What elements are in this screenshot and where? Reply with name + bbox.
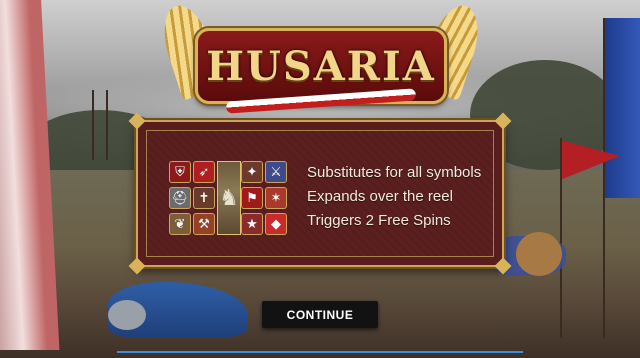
bow-symbol: ➶: [193, 161, 215, 183]
continue-button[interactable]: CONTINUE: [262, 301, 378, 328]
pennant-pole: [560, 138, 562, 338]
banner-symbol: ⚑: [241, 187, 263, 209]
lance-symbol: ⚔: [265, 161, 287, 183]
helmet-symbol: ⛑: [169, 187, 191, 209]
knight-helmet: [108, 300, 146, 330]
flag-symbol: ✶: [265, 187, 287, 209]
axe-symbol: ⚒: [193, 213, 215, 235]
wild-knight-symbol: ♞: [217, 161, 241, 235]
game-logo: HUSARIA: [195, 28, 447, 114]
right-banner-flag: [604, 18, 640, 198]
wild-feature-text: Substitutes for all symbols Expands over…: [307, 161, 481, 233]
lance-pole: [106, 90, 108, 160]
star-symbol: ★: [241, 213, 263, 235]
wild-info-panel: ⛨ ➶ ✦ ⚔ ⛑ ✝ ⚑ ✶ ❦ ⚒ ★ ◆ ♞ Substitutes for all symbo…: [128, 112, 512, 275]
knight-icon: ♞: [219, 185, 239, 210]
gem-symbol: ◆: [265, 213, 287, 235]
feature-line-substitutes: Substitutes for all symbols: [307, 164, 482, 181]
right-flag-pole: [603, 18, 605, 338]
feature-line-free-spins: Triggers 2 Free Spins: [307, 212, 451, 229]
wing-symbol: ❦: [169, 213, 191, 235]
loading-progress-bar: [117, 351, 523, 353]
feature-line-expands: Expands over the reel: [307, 188, 453, 205]
crest-symbol: ✦: [241, 161, 263, 183]
lance-pole: [92, 90, 94, 160]
panel-inner: ⛨ ➶ ✦ ⚔ ⛑ ✝ ⚑ ✶ ❦ ⚒ ★ ◆ ♞ Substitutes for all symbo…: [146, 130, 494, 257]
sword-symbol: ✝: [193, 187, 215, 209]
game-title: HUSARIA: [206, 43, 436, 90]
shield-symbol: ⛨: [169, 161, 191, 183]
round-shield: [516, 232, 562, 276]
